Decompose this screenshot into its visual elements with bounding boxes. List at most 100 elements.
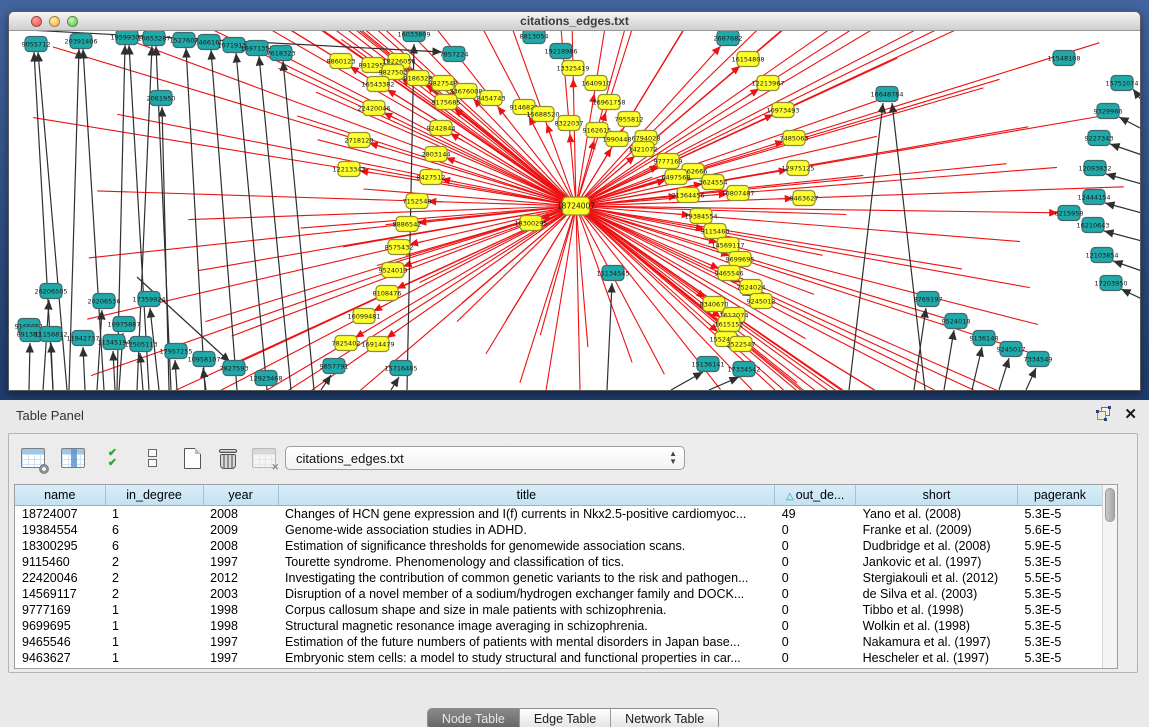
graph-node[interactable]: 17334542 bbox=[727, 362, 760, 377]
delete-column-icon[interactable] bbox=[219, 448, 237, 469]
graph-node[interactable]: 2687682 bbox=[714, 31, 743, 46]
network-view[interactable]: 8860123891295518226058982750316543382818… bbox=[9, 31, 1140, 390]
graph-node[interactable]: 9524018 bbox=[942, 314, 971, 329]
column-header-out_de[interactable]: △out_de... bbox=[775, 485, 856, 505]
graph-node[interactable]: 8322037 bbox=[555, 116, 584, 131]
graph-node[interactable]: 7955812 bbox=[615, 112, 644, 127]
graph-node[interactable]: 9857791 bbox=[320, 359, 349, 374]
table-row[interactable]: 1830029562008Estimation of significance … bbox=[15, 538, 1103, 554]
row-height-icon[interactable] bbox=[139, 446, 166, 471]
table-selector-dropdown[interactable]: citations_edges.txt ▲▼ bbox=[285, 446, 685, 470]
table-row[interactable]: 911546021997Tourette syndrome. Phenomeno… bbox=[15, 554, 1103, 570]
window-titlebar[interactable]: citations_edges.txt bbox=[9, 12, 1140, 31]
graph-node[interactable]: 8454743 bbox=[477, 91, 506, 106]
graph-node[interactable]: 9242844 bbox=[427, 121, 456, 136]
graph-node[interactable]: 11548108 bbox=[1047, 51, 1080, 66]
graph-node[interactable]: 21364456 bbox=[671, 188, 704, 203]
graph-node[interactable]: 9777169 bbox=[654, 154, 683, 169]
graph-node[interactable]: 9329966 bbox=[1094, 104, 1123, 119]
tab-network-table[interactable]: Network Table bbox=[611, 709, 718, 727]
graph-node[interactable]: 9175685 bbox=[432, 95, 461, 110]
graph-node[interactable]: 8575432 bbox=[385, 240, 414, 255]
graph-node[interactable]: 9227343 bbox=[1085, 131, 1114, 146]
table-row[interactable]: 946362711997Embryonic stem cells: a mode… bbox=[15, 650, 1103, 666]
graph-node[interactable]: 16210643 bbox=[1076, 218, 1109, 233]
graph-node[interactable]: 9055712 bbox=[22, 37, 51, 52]
graph-node[interactable]: 9465546 bbox=[715, 266, 744, 281]
graph-node[interactable]: 7827593 bbox=[220, 361, 249, 376]
float-panel-icon[interactable] bbox=[1097, 407, 1112, 422]
table-scrollbar[interactable] bbox=[1102, 485, 1117, 668]
graph-node[interactable]: 1615152 bbox=[715, 317, 744, 332]
graph-node[interactable]: 16033809 bbox=[397, 31, 430, 42]
close-panel-icon[interactable]: ✕ bbox=[1124, 407, 1137, 422]
graph-node[interactable]: 14569117 bbox=[711, 238, 744, 253]
graph-node[interactable]: 2522547 bbox=[727, 337, 756, 352]
graph-node[interactable]: 20206536 bbox=[87, 294, 120, 309]
table-row[interactable]: 969969511998Structural magnetic resonanc… bbox=[15, 618, 1103, 634]
graph-node[interactable]: 1990448 bbox=[603, 132, 632, 147]
graph-node[interactable]: 7334549 bbox=[1024, 352, 1053, 367]
graph-node[interactable]: 7825402 bbox=[332, 336, 361, 351]
select-column-icon[interactable] bbox=[59, 446, 86, 471]
graph-node[interactable]: 16648784 bbox=[870, 87, 903, 102]
column-header-pagerank[interactable]: pagerank bbox=[1018, 485, 1103, 505]
scrollbar-thumb[interactable] bbox=[1105, 488, 1115, 522]
graph-node[interactable]: 9136148 bbox=[970, 331, 999, 346]
graph-node[interactable]: 12444154 bbox=[1077, 190, 1110, 205]
column-header-year[interactable]: year bbox=[203, 485, 278, 505]
graph-node[interactable]: 12103854 bbox=[1085, 248, 1118, 263]
select-all-icon[interactable]: ✔✔ bbox=[99, 446, 126, 471]
graph-node[interactable]: 8108476 bbox=[373, 286, 402, 301]
graph-node[interactable]: 16961758 bbox=[592, 95, 625, 110]
graph-node[interactable]: 7152548 bbox=[403, 194, 432, 209]
graph-node[interactable]: 7524024 bbox=[737, 280, 766, 295]
graph-node[interactable]: 9699695 bbox=[726, 252, 755, 267]
graph-node[interactable]: 12213967 bbox=[751, 76, 784, 91]
table-row[interactable]: 946554611997Estimation of the future num… bbox=[15, 634, 1103, 650]
graph-node[interactable]: 7857224 bbox=[440, 47, 469, 62]
graph-node[interactable]: 2803144 bbox=[422, 147, 451, 162]
graph-node[interactable]: 11942737 bbox=[66, 331, 99, 346]
graph-node[interactable]: 12975125 bbox=[781, 161, 814, 176]
graph-node[interactable]: 15751074 bbox=[1105, 76, 1138, 91]
graph-node[interactable]: 6497568 bbox=[662, 170, 691, 185]
column-header-name[interactable]: name bbox=[15, 485, 105, 505]
graph-node[interactable]: 8813054 bbox=[520, 31, 549, 44]
graph-node[interactable]: 8860123 bbox=[327, 54, 356, 69]
new-column-icon[interactable] bbox=[179, 446, 206, 471]
graph-node[interactable]: 7485063 bbox=[780, 131, 809, 146]
graph-node[interactable]: 9245012 bbox=[747, 294, 776, 309]
graph-node[interactable]: 9463627 bbox=[790, 191, 819, 206]
graph-node[interactable]: 9115460 bbox=[701, 224, 730, 239]
graph-node[interactable]: 13325419 bbox=[556, 61, 589, 76]
table-settings-icon[interactable] bbox=[19, 446, 46, 471]
graph-node[interactable]: 8427512 bbox=[417, 170, 446, 185]
graph-node[interactable]: 16914479 bbox=[361, 337, 394, 352]
graph-node[interactable]: 26206505 bbox=[34, 284, 67, 299]
graph-node[interactable]: 16099481 bbox=[347, 309, 380, 324]
graph-node[interactable]: 7618323 bbox=[267, 46, 296, 61]
graph-node[interactable]: 15716485 bbox=[384, 361, 417, 376]
graph-node[interactable]: 12093832 bbox=[1078, 161, 1111, 176]
graph-node[interactable]: 2718120 bbox=[345, 133, 374, 148]
graph-node[interactable]: 9245017 bbox=[997, 342, 1026, 357]
graph-node[interactable]: 17359924 bbox=[132, 292, 165, 307]
graph-node[interactable]: 3624554 bbox=[699, 175, 728, 190]
tab-node-table[interactable]: Node Table bbox=[428, 709, 520, 727]
graph-node[interactable]: 9524013 bbox=[379, 263, 408, 278]
graph-node[interactable]: 9886542 bbox=[393, 217, 422, 232]
graph-node[interactable]: 8769197 bbox=[914, 292, 943, 307]
tab-edge-table[interactable]: Edge Table bbox=[520, 709, 611, 727]
table-row[interactable]: 977716911998Corpus callosum shape and si… bbox=[15, 602, 1103, 618]
graph-node[interactable]: 1640910 bbox=[582, 76, 611, 91]
column-header-short[interactable]: short bbox=[856, 485, 1018, 505]
table-row[interactable]: 2242004622012Investigating the contribut… bbox=[15, 570, 1103, 586]
network-window[interactable]: citations_edges.txt 88601238912955182260… bbox=[8, 11, 1141, 391]
graph-node[interactable]: 17203950 bbox=[1094, 276, 1127, 291]
column-header-in_degree[interactable]: in_degree bbox=[105, 485, 203, 505]
graph-node[interactable]: 20391406 bbox=[64, 34, 97, 49]
table-row[interactable]: 1872400712008Changes of HCN gene express… bbox=[15, 505, 1103, 522]
column-header-title[interactable]: title bbox=[278, 485, 775, 505]
graph-node[interactable]: 12213343 bbox=[332, 162, 365, 177]
